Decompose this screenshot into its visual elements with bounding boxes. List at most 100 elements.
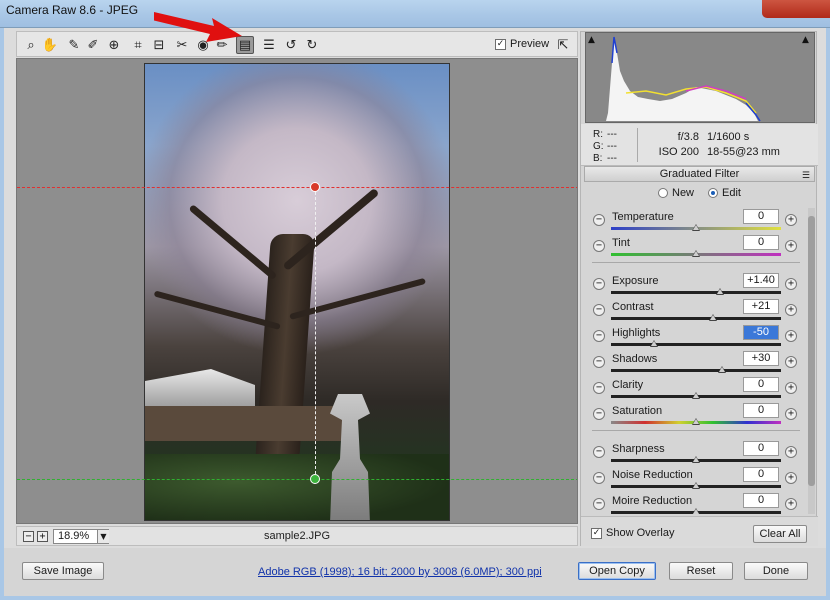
red-arrow-annotation <box>154 12 242 42</box>
slider-thumb[interactable] <box>717 366 726 373</box>
done-button[interactable]: Done <box>744 562 808 580</box>
rotate-ccw-icon[interactable]: ↺ <box>282 36 300 54</box>
adjustment-sliders: − Temperature 0 + − Tint 0 + − Exposure +1.40 + − Con… <box>584 208 806 514</box>
slider-value-field[interactable]: 0 <box>743 403 779 418</box>
mode-new-option[interactable]: New <box>658 187 694 199</box>
panel-scrollbar[interactable] <box>808 208 815 514</box>
slider-value-field[interactable]: 0 <box>743 209 779 224</box>
close-window-button[interactable] <box>762 0 830 18</box>
color-sampler-icon[interactable]: ✐ <box>84 36 102 54</box>
r-label: R: <box>593 129 603 140</box>
slider-thumb[interactable] <box>715 288 724 295</box>
filter-mode: New Edit <box>581 187 818 199</box>
increase-button[interactable]: + <box>785 408 797 420</box>
zoom-icon[interactable]: ⌕ <box>22 36 40 54</box>
filter-start-pin[interactable] <box>310 182 320 192</box>
slider-track[interactable] <box>611 317 781 320</box>
right-panel: ▲ ▲ R: --- G: --- B: --- f/3.8 1/1600 s ISO … <box>580 31 818 546</box>
crop-icon[interactable]: ⌗ <box>129 36 147 54</box>
slider-value-field[interactable]: -50 <box>743 325 779 340</box>
decrease-button[interactable]: − <box>593 330 605 342</box>
increase-button[interactable]: + <box>785 304 797 316</box>
slider-track[interactable] <box>611 291 781 294</box>
slider-value-field[interactable]: 0 <box>743 235 779 250</box>
slider-thumb[interactable] <box>692 508 700 514</box>
slider-thumb[interactable] <box>692 224 700 231</box>
increase-button[interactable]: + <box>785 446 797 458</box>
histogram-graph <box>606 36 761 122</box>
slider-value-field[interactable]: 0 <box>743 493 779 508</box>
increase-button[interactable]: + <box>785 356 797 368</box>
decrease-button[interactable]: − <box>593 214 605 226</box>
decrease-button[interactable]: − <box>593 356 605 368</box>
preferences-icon[interactable]: ☰ <box>260 36 278 54</box>
slider-thumb[interactable] <box>692 418 700 425</box>
reset-button[interactable]: Reset <box>669 562 733 580</box>
decrease-button[interactable]: − <box>593 498 605 510</box>
slider-label: Sharpness <box>612 443 665 455</box>
slider-moire-reduction: − Moire Reduction 0 + <box>584 492 806 514</box>
filter-end-pin[interactable] <box>310 474 320 484</box>
slider-shadows: − Shadows +30 + <box>584 350 806 376</box>
open-copy-button[interactable]: Open Copy <box>578 562 656 580</box>
targeted-adjustment-icon[interactable]: ⊕ <box>105 36 123 54</box>
rotate-cw-icon[interactable]: ↻ <box>303 36 321 54</box>
decrease-button[interactable]: − <box>593 472 605 484</box>
slider-thumb[interactable] <box>649 340 658 347</box>
image-canvas[interactable] <box>16 58 578 524</box>
shadow-clipping-icon[interactable]: ▲ <box>588 35 598 45</box>
decrease-button[interactable]: − <box>593 382 605 394</box>
increase-button[interactable]: + <box>785 240 797 252</box>
preview-checkbox[interactable]: ✓ <box>495 38 506 50</box>
increase-button[interactable]: + <box>785 472 797 484</box>
hand-icon[interactable]: ✋ <box>41 36 59 54</box>
slider-value-field[interactable]: 0 <box>743 441 779 456</box>
increase-button[interactable]: + <box>785 382 797 394</box>
show-overlay-toggle[interactable]: ✓ Show Overlay <box>591 527 674 539</box>
slider-value-field[interactable]: +1.40 <box>743 273 779 288</box>
toolbar: ✓ Preview ⇱ ⌕ ✋ ✎ ✐ ⊕ ⌗ ⊟ ✂ ◉ ✏ ▤ ☰ ↺ ↻ <box>16 31 578 57</box>
fullscreen-icon[interactable]: ⇱ <box>554 36 572 54</box>
slider-thumb[interactable] <box>692 250 700 257</box>
workflow-options-link[interactable]: Adobe RGB (1998); 16 bit; 2000 by 3008 (… <box>258 566 542 578</box>
slider-thumb[interactable] <box>709 314 717 321</box>
section-title: Graduated Filter <box>659 168 740 180</box>
photo-preview[interactable] <box>144 63 450 521</box>
slider-track[interactable] <box>611 343 781 346</box>
mode-edit-radio[interactable] <box>708 188 719 198</box>
graduated-filter-end-line[interactable] <box>17 479 577 480</box>
increase-button[interactable]: + <box>785 330 797 342</box>
increase-button[interactable]: + <box>785 214 797 226</box>
highlight-clipping-icon[interactable]: ▲ <box>802 35 812 45</box>
decrease-button[interactable]: − <box>593 240 605 252</box>
mode-new-radio[interactable] <box>658 188 668 198</box>
slider-value-field[interactable]: +21 <box>743 299 779 314</box>
slider-value-field[interactable]: 0 <box>743 377 779 392</box>
graduated-filter-start-line[interactable] <box>17 187 577 188</box>
preview-toggle[interactable]: ✓ Preview <box>495 38 549 50</box>
white-balance-icon[interactable]: ✎ <box>65 36 83 54</box>
slider-thumb[interactable] <box>692 456 700 463</box>
scrollbar-thumb[interactable] <box>808 216 815 486</box>
increase-button[interactable]: + <box>785 278 797 290</box>
decrease-button[interactable]: − <box>593 408 605 420</box>
slider-track[interactable] <box>611 369 781 372</box>
decrease-button[interactable]: − <box>593 278 605 290</box>
show-overlay-checkbox[interactable]: ✓ <box>591 527 602 539</box>
save-image-button[interactable]: Save Image <box>22 562 104 580</box>
slider-thumb[interactable] <box>692 392 700 399</box>
panel-menu-icon[interactable]: ☰ <box>802 169 810 183</box>
slider-value-field[interactable]: 0 <box>743 467 779 482</box>
clear-all-button[interactable]: Clear All <box>753 525 807 543</box>
slider-thumb[interactable] <box>692 482 700 489</box>
mode-edit-option[interactable]: Edit <box>708 187 741 199</box>
slider-group-divider <box>592 430 800 431</box>
slider-contrast: − Contrast +21 + <box>584 298 806 324</box>
slider-value-field[interactable]: +30 <box>743 351 779 366</box>
image-filename: sample2.JPG <box>263 530 331 542</box>
decrease-button[interactable]: − <box>593 304 605 316</box>
decrease-button[interactable]: − <box>593 446 605 458</box>
increase-button[interactable]: + <box>785 498 797 510</box>
slider-label: Shadows <box>612 353 658 365</box>
photo-branch <box>282 187 380 272</box>
